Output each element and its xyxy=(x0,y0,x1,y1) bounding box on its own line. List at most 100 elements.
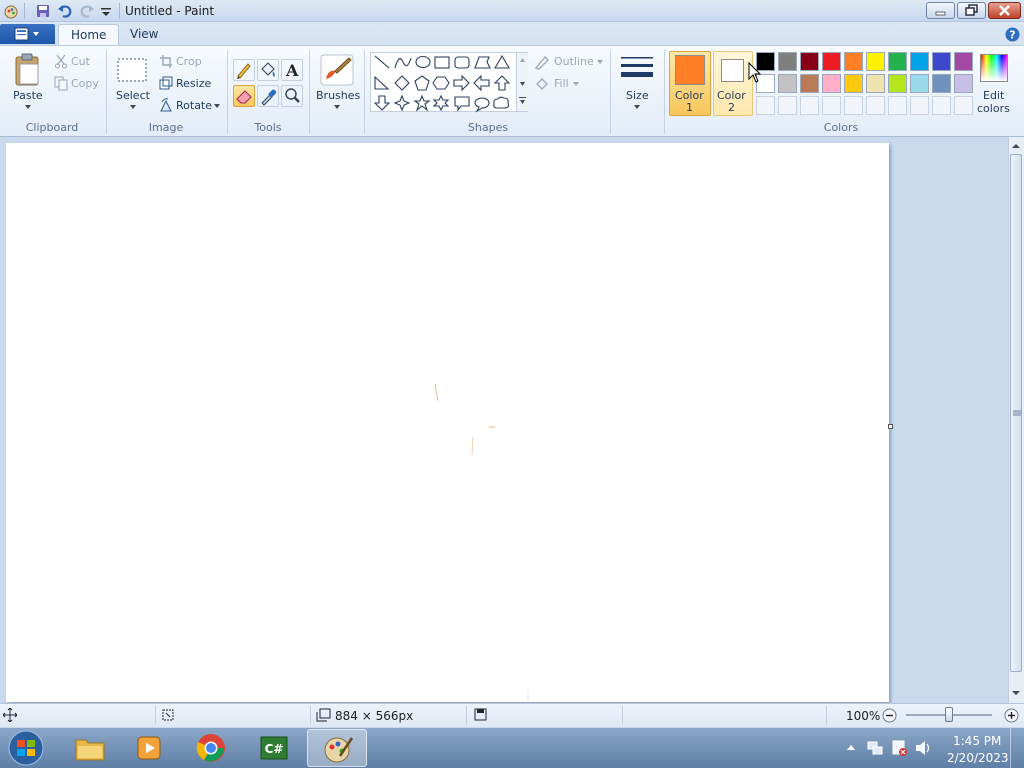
brushes-button[interactable]: Brushes xyxy=(313,50,361,114)
palette-swatch[interactable] xyxy=(888,52,907,71)
zoom-slider-thumb[interactable] xyxy=(945,707,953,722)
pencil-tool[interactable] xyxy=(233,59,255,81)
copy-button[interactable]: Copy xyxy=(51,74,103,92)
curve-shape-icon xyxy=(394,57,412,69)
palette-swatch[interactable] xyxy=(888,74,907,93)
paint-menu-button[interactable] xyxy=(0,24,55,44)
palette-custom-slot[interactable] xyxy=(910,96,929,115)
palette-custom-slot[interactable] xyxy=(800,96,819,115)
volume-icon[interactable] xyxy=(914,739,932,757)
magnifier-tool[interactable] xyxy=(281,85,303,107)
show-desktop-button[interactable] xyxy=(1010,728,1024,768)
outline-pen-icon xyxy=(534,56,549,70)
palette-swatch[interactable] xyxy=(910,52,929,71)
text-tool[interactable]: A xyxy=(281,59,303,81)
vertical-scroll-thumb[interactable] xyxy=(1010,154,1022,672)
customize-qat-icon[interactable] xyxy=(98,3,114,19)
palette-swatch[interactable] xyxy=(866,74,885,93)
scroll-down-icon[interactable] xyxy=(1011,688,1021,698)
crop-button[interactable]: Crop xyxy=(156,52,206,70)
palette-swatch[interactable] xyxy=(800,74,819,93)
palette-swatch[interactable] xyxy=(822,52,841,71)
palette-swatch[interactable] xyxy=(954,52,973,71)
palette-swatch[interactable] xyxy=(910,74,929,93)
taskbar-csharp-app[interactable]: C# xyxy=(244,729,302,767)
outline-button[interactable]: Outline xyxy=(532,52,604,70)
six-point-star-shape-icon xyxy=(432,94,450,112)
group-separator xyxy=(309,50,310,134)
edit-colors-button[interactable]: Edit colors xyxy=(976,50,1012,116)
taskbar-chrome[interactable] xyxy=(182,729,240,767)
palette-swatch[interactable] xyxy=(844,52,863,71)
palette-custom-slot[interactable] xyxy=(822,96,841,115)
taskbar-explorer[interactable] xyxy=(60,729,118,767)
brushes-label: Brushes xyxy=(316,89,361,102)
fill-label: Fill xyxy=(554,77,569,90)
palette-swatch[interactable] xyxy=(800,52,819,71)
color2-button[interactable]: Color 2 xyxy=(713,51,753,116)
palette-swatch[interactable] xyxy=(932,52,951,71)
restore-button[interactable] xyxy=(957,2,986,19)
tab-view[interactable]: View xyxy=(118,24,170,46)
color-picker-tool[interactable] xyxy=(257,85,279,107)
zoom-out-icon[interactable] xyxy=(882,708,897,723)
rotate-dropdown-icon xyxy=(214,104,220,108)
palette-custom-slot[interactable] xyxy=(866,96,885,115)
help-icon[interactable]: ? xyxy=(1005,27,1020,42)
palette-custom-slot[interactable] xyxy=(888,96,907,115)
save-icon[interactable] xyxy=(35,3,51,19)
paint-app-icon[interactable] xyxy=(3,3,19,19)
action-center-icon[interactable] xyxy=(890,739,908,757)
drawing-canvas[interactable] xyxy=(6,143,889,702)
diamond-shape-icon xyxy=(394,75,410,91)
clock-date[interactable]: 2/20/2023 xyxy=(947,751,1009,765)
undo-icon[interactable] xyxy=(57,3,73,19)
left-arrow-shape-icon xyxy=(473,74,490,92)
zoom-in-icon[interactable] xyxy=(1004,708,1019,723)
select-button[interactable]: Select xyxy=(112,50,152,114)
canvas-resize-handle[interactable] xyxy=(888,424,893,429)
scroll-up-icon[interactable] xyxy=(1011,141,1021,151)
palette-swatch[interactable] xyxy=(822,74,841,93)
eraser-tool[interactable] xyxy=(233,85,255,107)
palette-custom-slot[interactable] xyxy=(932,96,951,115)
fill-button[interactable]: Fill xyxy=(532,74,582,92)
copy-icon xyxy=(54,76,68,91)
palette-swatch[interactable] xyxy=(778,52,797,71)
palette-swatch[interactable] xyxy=(932,74,951,93)
palette-swatch[interactable] xyxy=(954,74,973,93)
palette-swatch[interactable] xyxy=(844,74,863,93)
gallery-scroll-arrows-icon xyxy=(519,58,526,104)
minimize-button[interactable] xyxy=(926,2,955,19)
palette-swatch[interactable] xyxy=(778,74,797,93)
redo-icon[interactable] xyxy=(79,3,95,19)
color1-button[interactable]: Color 1 xyxy=(669,51,711,116)
clock-time[interactable]: 1:45 PM xyxy=(953,734,1001,748)
fill-tool[interactable] xyxy=(257,59,279,81)
tab-home[interactable]: Home xyxy=(58,24,120,46)
start-button[interactable] xyxy=(4,729,48,767)
close-button[interactable] xyxy=(988,2,1021,19)
palette-swatch[interactable] xyxy=(866,52,885,71)
show-hidden-icons-icon[interactable] xyxy=(846,743,856,751)
resize-button[interactable]: Resize xyxy=(156,74,211,92)
pentagon-shape-icon xyxy=(414,75,430,91)
taskbar-paint[interactable] xyxy=(307,729,367,767)
line-size-icon xyxy=(621,57,653,77)
color1-label-line2: 1 xyxy=(686,101,693,114)
pencil-icon xyxy=(237,63,251,79)
cut-button[interactable]: Cut xyxy=(51,52,101,70)
size-button[interactable]: Size xyxy=(615,50,657,114)
shapes-gallery-scroll[interactable] xyxy=(516,53,528,111)
taskbar-media-player[interactable] xyxy=(120,729,178,767)
palette-custom-slot[interactable] xyxy=(844,96,863,115)
palette-custom-slot[interactable] xyxy=(954,96,973,115)
rotate-button[interactable]: Rotate xyxy=(156,96,222,114)
paint-bucket-icon xyxy=(261,62,275,77)
palette-custom-slot[interactable] xyxy=(778,96,797,115)
magnifier-icon xyxy=(285,88,300,103)
image-group-label: Image xyxy=(148,121,184,134)
network-icon[interactable] xyxy=(866,739,884,757)
palette-custom-slot[interactable] xyxy=(756,96,775,115)
paste-button[interactable]: Paste xyxy=(6,50,48,114)
